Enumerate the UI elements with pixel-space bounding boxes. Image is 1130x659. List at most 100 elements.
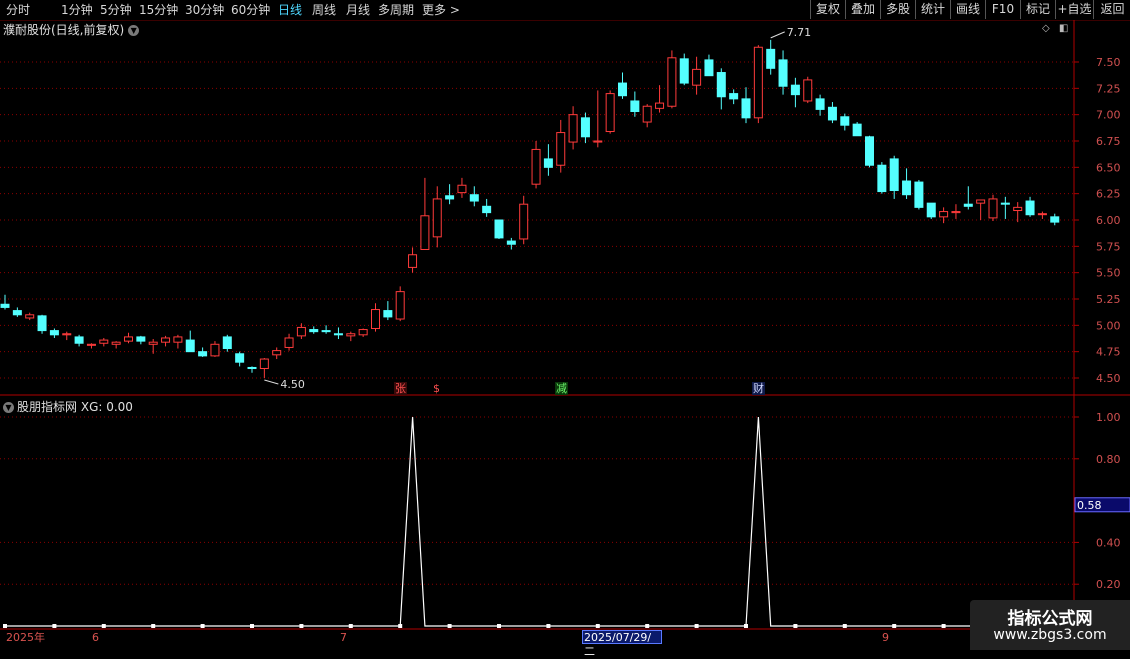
indicator-menu-icon[interactable]: ▼ (3, 402, 14, 413)
price-tick-label: 4.50 (1096, 372, 1121, 385)
stock-title: 濮耐股份(日线,前复权) (3, 23, 125, 37)
candle-body (852, 123, 862, 137)
indicator-tick-label: 0.80 (1096, 453, 1121, 466)
chart-grid (0, 61, 1074, 585)
price-tick-label: 5.75 (1096, 240, 1121, 253)
price-tick-label: 5.00 (1096, 319, 1121, 332)
candle-body (198, 351, 208, 357)
main-panel-title: 濮耐股份(日线,前复权) ▼ (3, 21, 140, 38)
candle-body (790, 84, 800, 96)
xg-point (250, 624, 254, 628)
xg-point (546, 624, 551, 628)
panel-menu-icon[interactable]: ▼ (128, 25, 140, 36)
signal-tag-dollar[interactable]: $ (432, 382, 441, 395)
watermark-name: 指标公式网 (1007, 609, 1093, 629)
candle-body (568, 114, 578, 143)
candle-body (741, 98, 751, 119)
candle-body (902, 180, 912, 196)
candle-body (457, 184, 467, 194)
indicator-tick-label: 1.00 (1096, 411, 1121, 424)
candle-body (124, 336, 133, 342)
signal-tag-jian[interactable]: 减 (555, 382, 568, 395)
watermark: 指标公式网 www.zbgs3.com (970, 600, 1130, 650)
candle-body (1025, 200, 1035, 216)
xg-point (892, 624, 897, 628)
signal-tag-cai[interactable]: 财 (752, 382, 765, 395)
candle-body (309, 329, 319, 333)
indicator-tick-label: 0.40 (1096, 536, 1121, 549)
price-tick-label: 4.75 (1096, 346, 1121, 359)
candle-body (506, 240, 516, 245)
candle-body (482, 205, 492, 214)
price-tick-label: 7.00 (1096, 109, 1121, 122)
candle-body (630, 100, 640, 113)
max-marker-line (770, 31, 785, 39)
candle-body (432, 198, 442, 238)
candle-body (284, 337, 294, 348)
candle-body (333, 333, 343, 336)
xg-point (447, 624, 452, 628)
candle-body (692, 68, 702, 86)
xg-point (842, 624, 847, 628)
candle-body (655, 102, 665, 109)
max-price-label: 7.71 (787, 26, 812, 39)
candle-body (766, 48, 776, 69)
panel-corner-controls: ◇ ◧ (1042, 23, 1068, 34)
candle-body (259, 358, 269, 370)
xg-point (52, 624, 57, 628)
xg-point (348, 624, 353, 628)
candle-body (469, 194, 479, 202)
xg-point (595, 624, 600, 628)
indicator-tick-label: 0.20 (1096, 578, 1121, 591)
chart-canvas[interactable]: 4.50 4.75 5.00 5.25 5.50 5.75 6.00 6.25 6.50 6.75… (0, 0, 1130, 650)
xg-point (151, 624, 156, 628)
candle-body (161, 337, 171, 343)
xg-point (398, 624, 403, 628)
candle-body (0, 303, 10, 308)
date-label-july: 7 (340, 631, 347, 644)
candle-body (247, 366, 257, 370)
candle-body (716, 72, 726, 98)
watermark-url: www.zbgs3.com (993, 627, 1107, 643)
candle-body (210, 343, 220, 357)
date-label-sept: 9 (882, 631, 889, 644)
candle-body (235, 353, 245, 363)
candle-body (642, 105, 652, 123)
indicator-series (3, 416, 1055, 628)
candle-body (889, 158, 899, 192)
xg-point (793, 624, 798, 628)
candle-body (408, 254, 418, 268)
candle-body (25, 314, 35, 319)
candle-body (86, 343, 96, 346)
candle-body (296, 326, 306, 337)
date-label-june: 6 (92, 631, 99, 644)
candle-body (519, 203, 529, 240)
candle-body (222, 336, 232, 350)
candle-body (12, 310, 22, 316)
candle-body (346, 333, 356, 337)
sub-panel-title: ▼ 股朋指标网 XG: 0.00 (3, 398, 133, 415)
price-tick-label: 5.25 (1096, 293, 1121, 306)
candle-body (704, 59, 714, 77)
diamond-icon[interactable]: ◇ (1042, 23, 1050, 34)
candle-body (1050, 216, 1060, 223)
candlestick-series (0, 39, 1060, 378)
current-value-label: 0.58 (1077, 499, 1102, 512)
candle-body (556, 132, 566, 166)
window-toggle-icon[interactable]: ◧ (1059, 23, 1068, 34)
candle-body (531, 148, 541, 185)
xg-point (200, 624, 205, 628)
candle-body (173, 336, 183, 343)
xg-point (744, 624, 748, 628)
price-tick-label: 7.50 (1096, 56, 1121, 69)
price-tick-label: 6.75 (1096, 135, 1121, 148)
candle-body (395, 291, 405, 320)
xg-line (5, 416, 1055, 627)
candle-body (494, 219, 504, 239)
xg-point (101, 624, 106, 628)
price-axis-labels: 4.50 4.75 5.00 5.25 5.50 5.75 6.00 6.25 6.50 6.75… (1096, 56, 1121, 385)
xg-point (299, 624, 304, 628)
candle-body (963, 203, 973, 207)
candle-body (939, 211, 949, 218)
signal-tag-zhang[interactable]: 张 (394, 382, 407, 395)
